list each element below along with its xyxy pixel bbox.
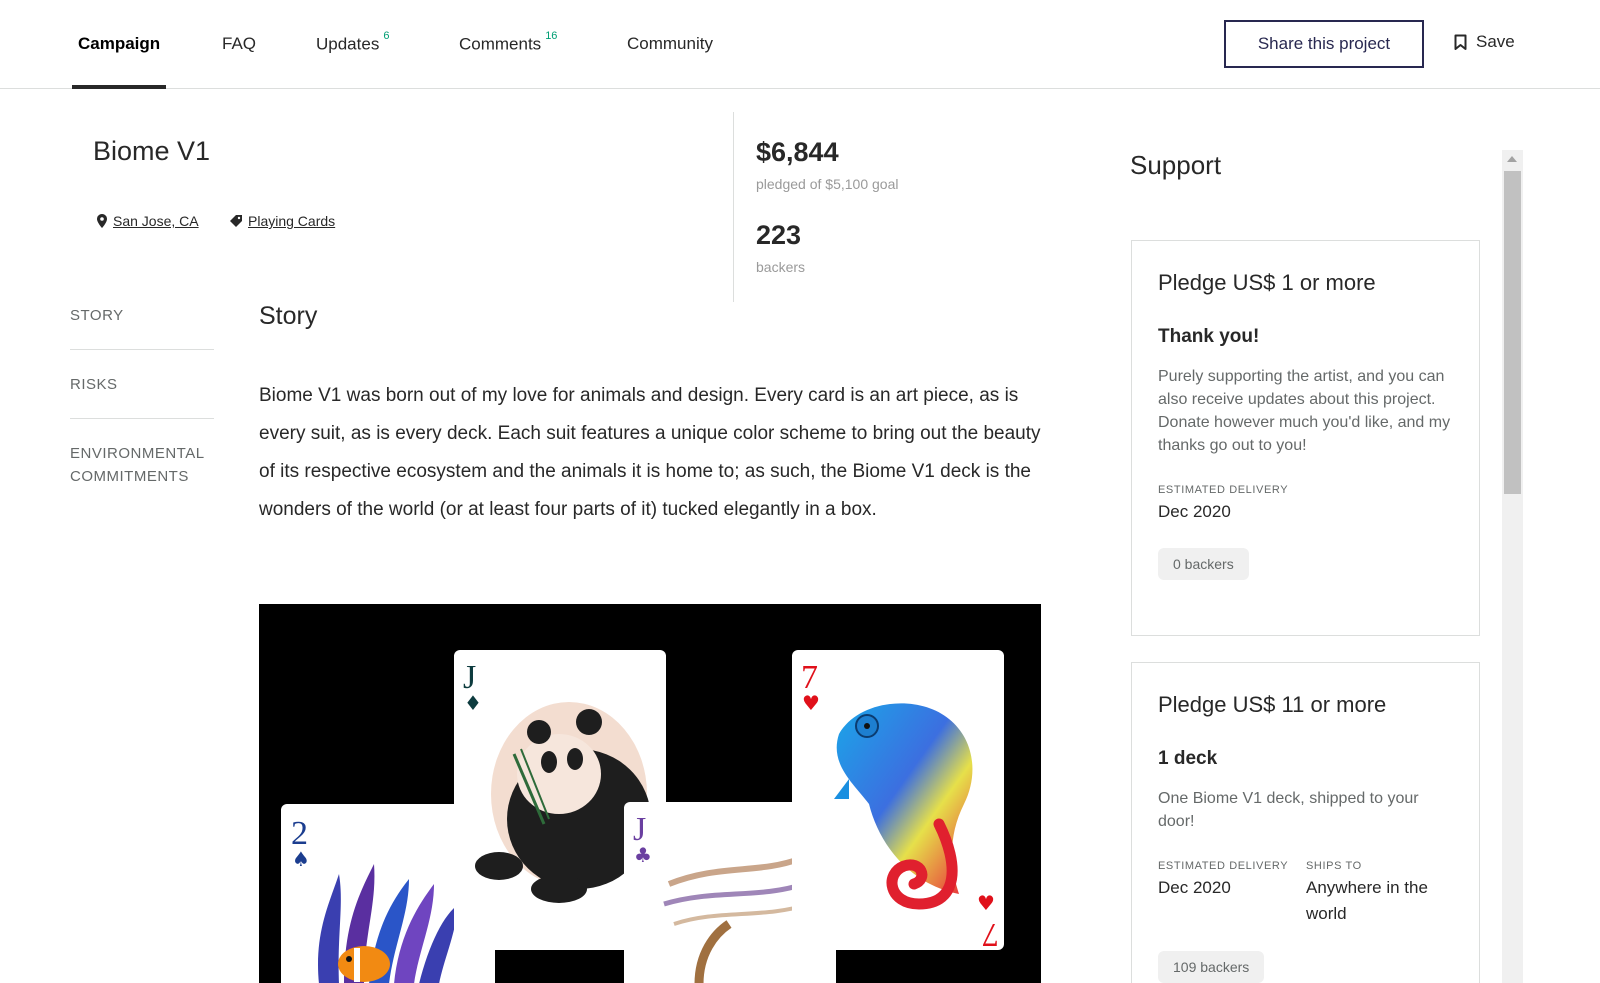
card-suit: ♥ — [802, 691, 820, 715]
card-suit: ♦ — [464, 691, 482, 715]
scroll-up-arrow-icon[interactable] — [1507, 156, 1517, 162]
backers-badge: 0 backers — [1158, 548, 1249, 580]
tab-comments-label: Comments — [459, 34, 542, 54]
story-heading: Story — [259, 302, 318, 330]
location-link[interactable]: San Jose, CA — [97, 213, 199, 229]
tab-updates[interactable]: Updates 6 — [316, 30, 389, 55]
card-suit: ♠ — [292, 847, 310, 871]
cards-illustration: 2 ♠ J ♦ J ♣ 7 ♥ 7 ♥ — [281, 650, 1004, 983]
tab-faq-label: FAQ — [222, 34, 257, 53]
project-top-nav: Campaign FAQ Updates 6 Comments 16 Communi… — [0, 0, 1600, 89]
stats-divider — [733, 112, 734, 302]
tab-community-label: Community — [627, 34, 713, 53]
estimated-delivery-label: ESTIMATED DELIVERY — [1158, 484, 1289, 496]
tab-community[interactable]: Community — [627, 34, 713, 54]
comments-count-badge: 16 — [545, 30, 558, 42]
pledge-tier-card[interactable]: Pledge US$ 1 or more Thank you! Purely s… — [1131, 240, 1480, 636]
save-label: Save — [1476, 32, 1515, 51]
category-text: Playing Cards — [248, 213, 336, 229]
pledge-amount-title: Pledge US$ 11 or more — [1158, 692, 1387, 717]
share-project-button[interactable]: Share this project — [1224, 20, 1424, 68]
estimated-delivery-value: Dec 2020 — [1158, 502, 1231, 521]
tab-comments[interactable]: Comments 16 — [459, 30, 557, 55]
tab-updates-label: Updates — [316, 34, 380, 54]
pledge-tier-card[interactable]: Pledge US$ 11 or more 1 deck One Biome V… — [1131, 662, 1480, 983]
scrollbar-thumb[interactable] — [1504, 171, 1521, 494]
support-heading: Support — [1130, 150, 1222, 180]
ships-to-label: SHIPS TO — [1306, 860, 1362, 872]
category-link[interactable]: Playing Cards — [230, 213, 335, 229]
updates-count-badge: 6 — [383, 30, 390, 42]
location-pin-icon — [97, 214, 107, 228]
location-text: San Jose, CA — [113, 213, 199, 229]
story-paragraph: Biome V1 was born out of my love for ani… — [259, 385, 1041, 520]
estimated-delivery-label: ESTIMATED DELIVERY — [1158, 860, 1289, 872]
sidenav-item-risks[interactable]: RISKS — [70, 350, 214, 418]
card-rank-inverted: 7 — [982, 916, 999, 953]
project-title: Biome V1 — [93, 136, 211, 166]
reward-title: 1 deck — [1158, 748, 1218, 769]
support-scrollbar[interactable] — [1502, 150, 1523, 983]
estimated-delivery-value: Dec 2020 — [1158, 878, 1231, 897]
pledged-goal-caption: pledged of $5,100 goal — [756, 176, 899, 192]
story-section-nav: STORY RISKS ENVIRONMENTAL COMMITMENTS — [70, 300, 214, 488]
backers-count: 223 — [756, 220, 802, 250]
ships-to-value: Anywhere in the world — [1306, 878, 1428, 923]
pledge-amount-title: Pledge US$ 1 or more — [1158, 270, 1376, 295]
reward-title: Thank you! — [1158, 326, 1260, 347]
tab-campaign-label: Campaign — [78, 34, 161, 53]
sidenav-item-story[interactable]: STORY — [70, 300, 214, 349]
backers-caption: backers — [756, 259, 806, 275]
tab-campaign[interactable]: Campaign — [78, 34, 160, 54]
active-tab-indicator — [72, 85, 166, 89]
sidenav-item-environmental-commitments[interactable]: ENVIRONMENTAL COMMITMENTS — [70, 419, 214, 488]
card-suit: ♣ — [634, 843, 652, 867]
playing-cards-image: 2 ♠ J ♦ J ♣ 7 ♥ 7 ♥ — [259, 604, 1041, 983]
tab-faq[interactable]: FAQ — [222, 34, 256, 54]
bookmark-icon — [1454, 34, 1467, 50]
card-seven-hearts: 7 ♥ 7 ♥ — [792, 650, 1004, 953]
pledged-amount: $6,844 — [756, 137, 839, 167]
backers-badge: 109 backers — [1158, 951, 1265, 983]
save-button[interactable]: Save — [1454, 32, 1515, 52]
reward-description: One Biome V1 deck, shipped to your door! — [1158, 790, 1419, 830]
card-suit-corner: ♥ — [977, 891, 995, 915]
tag-icon — [230, 215, 242, 227]
reward-description: Purely supporting the artist, and you ca… — [1158, 368, 1451, 454]
